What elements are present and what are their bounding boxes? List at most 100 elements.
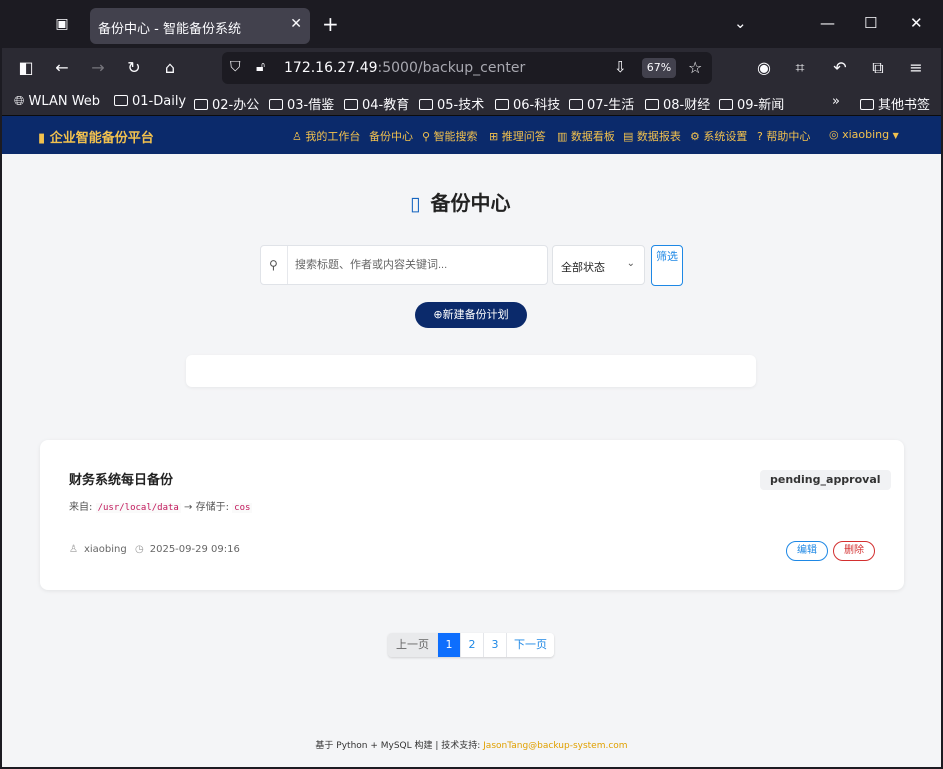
bookmark-star-icon[interactable]: ☆ [688,58,702,77]
nav-label: 我的工作台 [305,130,361,143]
delete-button[interactable]: 删除 [833,541,875,561]
bookmark-folder[interactable]: 07-生活 [569,94,634,113]
bookmark-other[interactable]: 其他书签 [860,94,930,113]
user-menu[interactable]: ◎ xiaobing ▼ [829,128,899,141]
dest-value: cos [232,503,253,513]
filter-button[interactable]: 筛选 [651,245,683,286]
bookmarks-overflow-icon[interactable]: » [832,94,840,109]
nav-workbench[interactable]: ♙ 我的工作台 [292,128,360,144]
undo-icon[interactable]: ↶ [830,58,850,78]
folder-icon [419,99,433,110]
card-author: ♙ xiaobing [69,544,127,555]
nav-help[interactable]: ? 帮助中心 [757,128,810,144]
report-icon: ▤ [623,130,634,143]
pagination-page[interactable]: 1 [438,633,461,657]
bookmark-folder[interactable]: 01-Daily [114,94,186,109]
brand[interactable]: ▮ 企业智能备份平台 [38,127,154,146]
nav-label: 数据报表 [636,130,681,143]
shield-icon[interactable]: ⛉ [230,59,241,75]
card-source-dest: 来自: /usr/local/data → 存储于: cos [69,498,253,513]
pagination-page[interactable]: 3 [484,633,507,657]
download-page-icon[interactable]: ⇩ [614,58,627,76]
home-icon[interactable]: ⌂ [160,58,180,78]
nav-label: 帮助中心 [766,130,811,143]
new-backup-plan-button[interactable]: ⊕新建备份计划 [415,302,527,328]
bookmark-folder[interactable]: 05-技术 [419,94,484,113]
url-host: 172.16.27.49 [284,60,378,76]
bookmark-label: 07-生活 [587,98,635,113]
forward-icon[interactable]: → [88,58,108,78]
extensions-icon[interactable]: ⧉ [868,58,888,78]
sidebar-icon[interactable]: ◧ [16,58,36,78]
nav-bar: ◧ ← → ↻ ⌂ ⛉ 🔓︎ 172.16.27.49:5000/backup_… [2,48,941,88]
menu-icon[interactable]: ≡ [906,58,926,78]
folder-icon [569,99,583,110]
page-title: ▯ 备份中心 [410,187,510,216]
folder-icon [719,99,733,110]
nav-dashboard[interactable]: ▥ 数据看板 [557,128,615,144]
card-time: ◷ 2025-09-29 09:16 [135,544,240,555]
crop-icon[interactable]: ⌗ [790,58,810,78]
bookmark-wlan-web[interactable]: 🌐︎ WLAN Web [14,94,100,109]
close-window-icon[interactable]: ✕ [910,14,923,32]
nav-label: 备份中心 [369,130,413,143]
folder-icon [860,99,874,110]
bookmark-label: 03-借鉴 [287,98,335,113]
nav-reports[interactable]: ▤ 数据报表 [623,128,681,144]
edit-button[interactable]: 编辑 [786,541,828,561]
nav-settings[interactable]: ⚙ 系统设置 [690,128,747,144]
browser-tab[interactable]: 备份中心 - 智能备份系统 ✕ [90,8,310,44]
folder-icon [269,99,283,110]
maximize-icon[interactable]: ☐ [864,14,877,32]
new-tab-icon[interactable]: + [322,14,339,34]
search-input[interactable] [295,256,535,274]
bookmark-folder[interactable]: 03-借鉴 [269,94,334,113]
back-icon[interactable]: ← [52,58,72,78]
card-title[interactable]: 财务系统每日备份 [69,469,173,488]
bookmark-label: 02-办公 [212,98,260,113]
tab-list-icon[interactable]: ▣ [52,14,72,34]
search-box[interactable]: ⚲ [260,245,548,285]
bookmark-label: 其他书签 [878,98,931,113]
search-divider [287,246,288,284]
bookmark-label: 04-教育 [362,98,410,113]
bookmark-folder[interactable]: 02-办公 [194,94,259,113]
robot-icon: ⊞ [489,130,499,143]
arrow-icon: → [184,502,193,513]
account-icon[interactable]: ◉ [754,58,774,78]
bookmark-label: 06-科技 [513,98,561,113]
new-button-label: 新建备份计划 [442,308,509,321]
bookmark-folder[interactable]: 04-教育 [344,94,409,113]
nav-label: 数据看板 [570,130,615,143]
tab-overflow-chevron-icon[interactable]: ⌄ [734,14,747,32]
nav-reasoning-qa[interactable]: ⊞ 推理问答 [489,128,546,144]
page-title-text: 备份中心 [430,191,511,215]
lock-icon[interactable]: 🔓︎ [256,59,265,75]
tab-close-icon[interactable]: ✕ [290,16,302,32]
time-value: 2025-09-29 09:16 [149,544,240,555]
globe-icon: 🌐︎ [14,94,25,109]
bar-chart-icon: ▥ [557,130,568,143]
nav-backup-center[interactable]: 备份中心 [369,128,413,144]
pagination-page[interactable]: 2 [461,633,484,657]
bookmark-folder[interactable]: 06-科技 [495,94,560,113]
brand-label: 企业智能备份平台 [49,131,154,146]
reload-icon[interactable]: ↻ [124,58,144,78]
nav-smart-search[interactable]: ⚲ 智能搜索 [422,128,478,144]
status-select[interactable]: 全部状态 ⌄ [552,245,645,285]
zoom-level[interactable]: 67% [642,58,676,78]
folder-icon [495,99,509,110]
bookmark-folder[interactable]: 09-新闻 [719,94,784,113]
pagination-next[interactable]: 下一页 [507,633,554,657]
tab-strip: ▣ 备份中心 - 智能备份系统 ✕ + ⌄ — ☐ ✕ [2,2,941,48]
bookmark-label: 05-技术 [437,98,485,113]
url-text[interactable]: 172.16.27.49:5000/backup_center [284,60,525,76]
footer-contact-link[interactable]: JasonTang@backup-system.com [483,741,627,751]
pagination-prev[interactable]: 上一页 [388,633,438,657]
url-bar[interactable]: ⛉ 🔓︎ 172.16.27.49:5000/backup_center ⇩ 6… [222,52,712,84]
footer-text: 基于 Python + MySQL 构建 | 技术支持: [315,741,484,751]
backup-plan-card: 财务系统每日备份 pending_approval 来自: /usr/local… [40,440,904,590]
user-icon: ♙ [292,130,302,143]
bookmark-folder[interactable]: 08-财经 [645,94,710,113]
minimize-icon[interactable]: — [820,14,835,32]
